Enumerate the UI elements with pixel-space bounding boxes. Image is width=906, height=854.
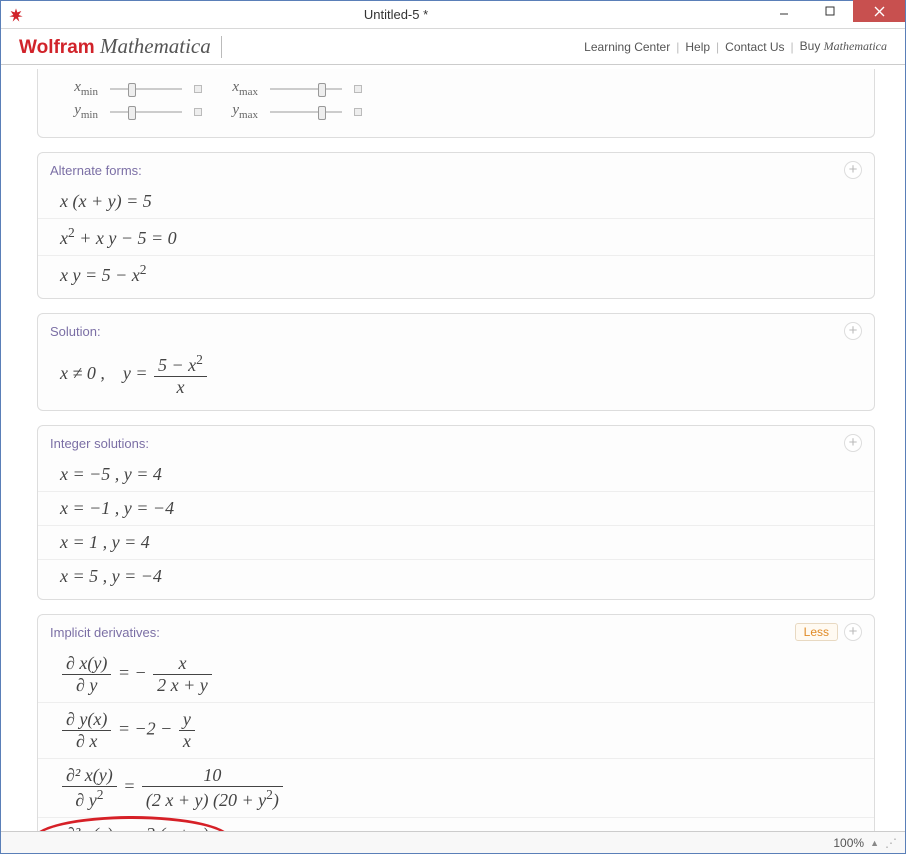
ymin-label: ymin <box>54 102 98 121</box>
solution-row: x ≠ 0 , y = 5 − x2 x <box>38 346 874 404</box>
pod-title-text: Integer solutions: <box>50 436 149 451</box>
maximize-button[interactable] <box>807 0 853 22</box>
xmax-slider[interactable] <box>270 82 342 96</box>
link-learning-center[interactable]: Learning Center <box>584 40 670 54</box>
header-links: Learning Center | Help | Contact Us | Bu… <box>584 39 887 54</box>
alt-form-row: x (x + y) = 5 <box>38 185 874 218</box>
alt-form-row: x y = 5 − x2 <box>38 255 874 292</box>
ymax-label: ymax <box>214 102 258 121</box>
xmax-reset[interactable] <box>354 85 362 93</box>
link-contact-us[interactable]: Contact Us <box>725 40 784 54</box>
logo: Wolfram Mathematica <box>19 34 211 59</box>
pod-expand-icon[interactable]: + <box>844 322 862 340</box>
pod-title-text: Solution: <box>50 324 101 339</box>
slider-row-x: xmin xmax <box>54 79 858 98</box>
int-sol-row: x = 5 , y = −4 <box>38 559 874 593</box>
xmin-reset[interactable] <box>194 85 202 93</box>
zoom-level[interactable]: 100% <box>833 836 864 850</box>
app-icon <box>7 6 25 24</box>
pod-solution: Solution: + x ≠ 0 , y = 5 − x2 x <box>37 313 875 411</box>
brand-header: Wolfram Mathematica Learning Center | He… <box>1 29 905 65</box>
link-sep: | <box>676 40 679 54</box>
content-area: xmin xmax ymin ymax <box>1 65 905 831</box>
link-sep: | <box>791 40 794 54</box>
implicit-deriv-row: ∂ y(x)∂ x = −2 − yx <box>38 702 874 758</box>
link-buy-mathematica[interactable]: Buy Mathematica <box>800 39 887 54</box>
alt-form-row: x2 + x y − 5 = 0 <box>38 218 874 255</box>
logo-mathematica: Mathematica <box>100 34 211 58</box>
pod-alternate-forms: Alternate forms: + x (x + y) = 5 x2 + x … <box>37 152 875 299</box>
pod-integer-solutions: Integer solutions: + x = −5 , y = 4 x = … <box>37 425 875 600</box>
implicit-deriv-row: ∂² x(y)∂ y2 = 10(2 x + y) (20 + y2) <box>38 758 874 817</box>
implicit-deriv-row: ∂ x(y)∂ y = − x2 x + y <box>38 647 874 702</box>
ymax-reset[interactable] <box>354 108 362 116</box>
ymin-slider[interactable] <box>110 105 182 119</box>
int-sol-row: x = −5 , y = 4 <box>38 458 874 491</box>
close-button[interactable] <box>853 0 905 22</box>
slider-row-y: ymin ymax <box>54 102 858 121</box>
link-sep: | <box>716 40 719 54</box>
int-sol-row: x = 1 , y = 4 <box>38 525 874 559</box>
zoom-menu-icon[interactable]: ▲ <box>870 838 879 848</box>
pod-expand-icon[interactable]: + <box>844 623 862 641</box>
xmin-label: xmin <box>54 79 98 98</box>
resize-grip-icon[interactable]: ⋰ <box>885 836 897 850</box>
pod-expand-icon[interactable]: + <box>844 434 862 452</box>
statusbar: 100% ▲ ⋰ <box>1 831 905 853</box>
ymin-reset[interactable] <box>194 108 202 116</box>
less-button[interactable]: Less <box>795 623 838 641</box>
pod-title-text: Implicit derivatives: <box>50 625 160 640</box>
app-window: Untitled-5 * Wolfram Mathematica Learnin… <box>0 0 906 854</box>
int-sol-row: x = −1 , y = −4 <box>38 491 874 525</box>
pod-expand-icon[interactable]: + <box>844 161 862 179</box>
pod-implicit-derivatives: Implicit derivatives: Less + ∂ x(y)∂ y =… <box>37 614 875 831</box>
window-title: Untitled-5 * <box>31 7 761 22</box>
titlebar: Untitled-5 * <box>1 1 905 29</box>
notebook[interactable]: xmin xmax ymin ymax <box>1 65 905 831</box>
xmax-label: xmax <box>214 79 258 98</box>
logo-separator <box>221 36 222 58</box>
xmin-slider[interactable] <box>110 82 182 96</box>
ymax-slider[interactable] <box>270 105 342 119</box>
logo-wolfram: Wolfram <box>19 37 95 58</box>
minimize-button[interactable] <box>761 0 807 22</box>
plot-range-sliders: xmin xmax ymin ymax <box>37 69 875 138</box>
implicit-deriv-row-highlighted: ∂² y(x)∂ x2 = 2 (x + y)x2 <box>38 817 874 831</box>
pod-title-text: Alternate forms: <box>50 163 142 178</box>
link-help[interactable]: Help <box>685 40 710 54</box>
